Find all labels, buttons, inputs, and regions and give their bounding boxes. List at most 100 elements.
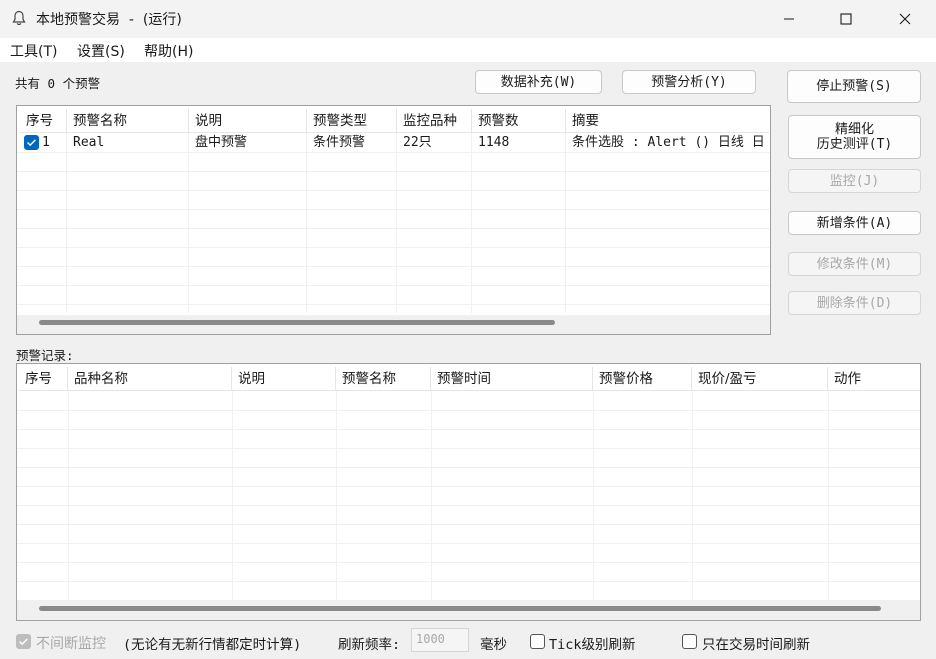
grid-line — [17, 410, 920, 411]
maximize-button[interactable] — [817, 0, 875, 38]
close-icon — [899, 13, 911, 25]
row-index-cell: 1 — [20, 133, 67, 152]
stop-alert-button[interactable]: 停止预警(S) — [787, 70, 921, 103]
nonstop-monitor-note: (无论有无新行情都定时计算) — [123, 637, 302, 653]
col-alert-count[interactable]: 预警数 — [472, 109, 566, 133]
horizontal-scrollbar-track[interactable] — [17, 315, 770, 334]
col-alert-name[interactable]: 预警名称 — [67, 109, 189, 133]
grid-line — [17, 190, 770, 191]
trade-time-only-checkbox[interactable] — [682, 634, 697, 649]
col-alert-price[interactable]: 预警价格 — [593, 367, 692, 391]
records-table-header: 序号 品种名称 说明 预警名称 预警时间 预警价格 现价/盈亏 动作 — [19, 367, 920, 391]
grid-line — [17, 266, 770, 267]
col-symbol-name[interactable]: 品种名称 — [68, 367, 232, 391]
grid-line — [17, 543, 920, 544]
tick-refresh-checkbox[interactable] — [530, 634, 545, 649]
window-title: 本地预警交易 - (运行) — [36, 12, 182, 28]
grid-line — [336, 391, 337, 600]
monitor-button[interactable]: 监控(J) — [788, 169, 921, 193]
add-condition-button[interactable]: 新增条件(A) — [788, 211, 921, 235]
grid-line — [17, 152, 770, 153]
menu-bar: 工具(T) 设置(S) 帮助(H) — [0, 38, 936, 62]
col-alert-time[interactable]: 预警时间 — [431, 367, 593, 391]
table-row[interactable]: 1 Real 盘中预警 条件预警 22只 1148 条件选股 : Alert (… — [20, 133, 769, 152]
col-record-index[interactable]: 序号 — [19, 367, 68, 391]
row-alert-type: 条件预警 — [313, 135, 366, 150]
grid-line — [17, 448, 920, 449]
data-supplement-button[interactable]: 数据补充(W) — [475, 70, 602, 94]
col-record-alert-name[interactable]: 预警名称 — [336, 367, 431, 391]
grid-line — [17, 228, 770, 229]
refine-backtest-line2: 历史测评(T) — [816, 137, 893, 152]
grid-line — [17, 486, 920, 487]
grid-line — [66, 133, 67, 313]
refresh-rate-label: 刷新频率: — [338, 637, 401, 653]
grid-line — [306, 133, 307, 313]
modify-condition-button[interactable]: 修改条件(M) — [788, 252, 921, 276]
alert-records-label: 预警记录: — [16, 348, 74, 363]
checkmark-icon — [19, 638, 28, 646]
alert-analysis-button[interactable]: 预警分析(Y) — [622, 70, 756, 94]
trade-time-only-label: 只在交易时间刷新 — [702, 637, 810, 653]
grid-line — [17, 209, 770, 210]
row-description: 盘中预警 — [195, 135, 248, 150]
col-action[interactable]: 动作 — [828, 367, 920, 391]
maximize-icon — [840, 13, 852, 25]
grid-line — [188, 133, 189, 313]
tick-refresh-label: Tick级别刷新 — [549, 637, 636, 653]
grid-line — [593, 391, 594, 600]
grid-line — [17, 562, 920, 563]
grid-line — [565, 133, 566, 313]
grid-line — [232, 391, 233, 600]
refine-backtest-button[interactable]: 精细化 历史测评(T) — [788, 115, 921, 159]
horizontal-scrollbar-thumb[interactable] — [39, 320, 555, 325]
nonstop-monitor-checkbox[interactable] — [16, 634, 31, 649]
grid-line — [17, 581, 920, 582]
row-alert-name: Real — [73, 135, 105, 150]
row-alert-count: 1148 — [478, 135, 510, 150]
checkmark-icon — [27, 139, 36, 147]
grid-line — [17, 524, 920, 525]
alert-count-label: 共有 0 个预警 — [15, 76, 101, 91]
menu-help[interactable]: 帮助(H) — [144, 41, 193, 61]
alerts-table[interactable]: 序号 预警名称 说明 预警类型 监控品种 预警数 摘要 1 Real 盘中预警 … — [16, 105, 771, 335]
grid-line — [692, 391, 693, 600]
grid-line — [17, 304, 770, 305]
refresh-unit-label: 毫秒 — [480, 637, 507, 653]
close-button[interactable] — [876, 0, 934, 38]
grid-line — [68, 391, 69, 600]
grid-line — [828, 391, 829, 600]
menu-tools[interactable]: 工具(T) — [10, 41, 57, 61]
row-summary: 条件选股 : Alert () 日线 日 — [572, 135, 765, 150]
col-index[interactable]: 序号 — [20, 109, 67, 133]
grid-line — [471, 133, 472, 313]
nonstop-monitor-label: 不间断监控 — [36, 636, 106, 652]
grid-line — [396, 133, 397, 313]
refresh-rate-input[interactable]: 1000 — [411, 628, 469, 652]
minimize-icon — [784, 18, 794, 20]
col-price-pnl[interactable]: 现价/盈亏 — [692, 367, 828, 391]
minimize-button[interactable] — [760, 0, 818, 38]
col-record-description[interactable]: 说明 — [232, 367, 336, 391]
col-description[interactable]: 说明 — [189, 109, 307, 133]
grid-line — [17, 171, 770, 172]
menu-settings[interactable]: 设置(S) — [77, 41, 125, 61]
title-bar: 本地预警交易 - (运行) — [0, 0, 936, 38]
alerts-table-header: 序号 预警名称 说明 预警类型 监控品种 预警数 摘要 — [20, 109, 769, 133]
records-horizontal-scrollbar-thumb[interactable] — [39, 606, 881, 611]
grid-line — [431, 391, 432, 600]
row-index: 1 — [42, 135, 50, 150]
col-summary[interactable]: 摘要 — [566, 109, 769, 133]
alert-records-table[interactable]: 序号 品种名称 说明 预警名称 预警时间 预警价格 现价/盈亏 动作 — [16, 363, 921, 621]
col-monitored-symbols[interactable]: 监控品种 — [397, 109, 472, 133]
delete-condition-button[interactable]: 删除条件(D) — [788, 291, 921, 315]
grid-line — [17, 429, 920, 430]
grid-line — [17, 285, 770, 286]
grid-line — [17, 247, 770, 248]
row-enabled-checkbox[interactable] — [24, 135, 39, 150]
refine-backtest-line1: 精细化 — [834, 122, 874, 137]
bell-icon — [12, 10, 26, 26]
grid-line — [17, 505, 920, 506]
row-monitored-symbols: 22只 — [403, 135, 432, 150]
col-alert-type[interactable]: 预警类型 — [307, 109, 397, 133]
